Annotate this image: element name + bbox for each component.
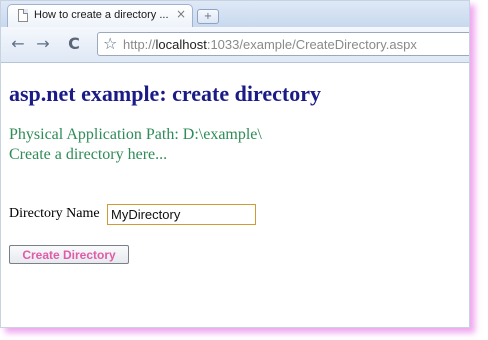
create-directory-text: Create a directory here... (9, 146, 168, 163)
url-text[interactable]: http://localhost:1033/example/CreateDire… (123, 37, 417, 52)
back-arrow-icon[interactable]: ← (9, 35, 27, 53)
page-content: asp.net example: create directory Physic… (1, 63, 469, 327)
new-tab-button[interactable]: + (197, 9, 219, 24)
tab-strip: How to create a directory ... × + (1, 1, 469, 27)
page-icon (18, 9, 28, 22)
browser-toolbar: ← → C ☆ http://localhost:1033/example/Cr… (1, 27, 469, 63)
url-path: :1033/example/CreateDirectory.aspx (206, 37, 417, 52)
directory-name-input[interactable] (107, 204, 256, 225)
browser-window: How to create a directory ... × + ← → C … (0, 0, 470, 328)
create-directory-button[interactable]: Create Directory (9, 245, 129, 264)
directory-name-label: Directory Name (9, 206, 100, 221)
browser-tab[interactable]: How to create a directory ... × (7, 4, 193, 27)
close-icon[interactable]: × (176, 7, 186, 21)
physical-path-text: Physical Application Path: D:\example\ (9, 126, 262, 143)
url-scheme: http:// (123, 37, 156, 52)
url-host: localhost (155, 37, 207, 52)
page-title: asp.net example: create directory (9, 81, 321, 106)
reload-icon[interactable]: C (63, 35, 85, 53)
star-icon[interactable]: ☆ (103, 34, 117, 53)
tab-title: How to create a directory ... (34, 9, 169, 21)
address-bar[interactable]: ☆ http://localhost:1033/example/CreateDi… (97, 32, 469, 56)
forward-arrow-icon[interactable]: → (34, 35, 52, 53)
